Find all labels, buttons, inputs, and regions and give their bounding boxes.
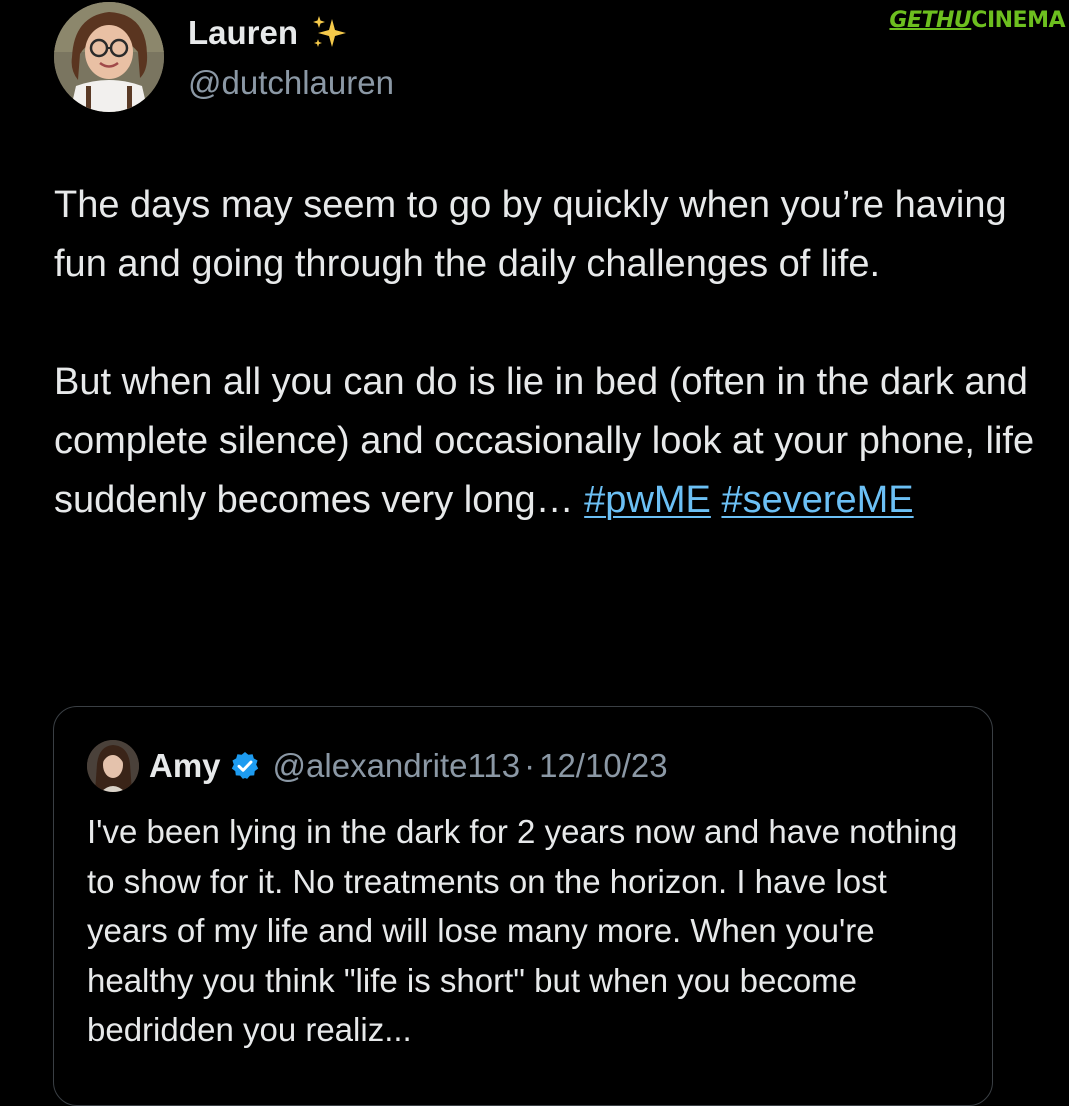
quoted-tweet-header: Amy @alexandrite113 · 12/10/23	[87, 740, 668, 792]
author-name-row[interactable]: Lauren	[188, 10, 394, 56]
quoted-tweet-card[interactable]: Amy @alexandrite113 · 12/10/23 I've been…	[53, 706, 993, 1106]
tweet-text: The days may seem to go by quickly when …	[54, 176, 1044, 530]
quoted-author-name[interactable]: Amy	[149, 747, 221, 785]
author-handle[interactable]: @dutchlauren	[188, 64, 394, 102]
tweet-paragraph-2: But when all you can do is lie in bed (o…	[54, 353, 1044, 530]
watermark-part2: CINEMA	[971, 8, 1065, 33]
header-separator: ·	[524, 747, 536, 784]
quoted-author-handle[interactable]: @alexandrite113	[273, 747, 521, 785]
quoted-tweet-date[interactable]: 12/10/23	[539, 747, 667, 785]
quoted-author-avatar[interactable]	[87, 740, 139, 792]
watermark-part1: GETHU	[889, 8, 972, 33]
quoted-tweet-text: I've been lying in the dark for 2 years …	[87, 813, 958, 1048]
channel-watermark: GETHU CINEMA	[889, 8, 1065, 33]
tweet-author[interactable]: Lauren @dutchlauren	[54, 2, 394, 112]
hashtag-severeme[interactable]: #severeME	[721, 479, 913, 521]
verified-badge-icon	[229, 750, 261, 782]
tweet-paragraph-1: The days may seem to go by quickly when …	[54, 184, 1007, 285]
author-avatar[interactable]	[54, 2, 164, 112]
sparkles-icon	[310, 13, 350, 53]
hashtag-pwme[interactable]: #pwME	[584, 479, 711, 521]
author-display-name[interactable]: Lauren	[188, 14, 298, 52]
